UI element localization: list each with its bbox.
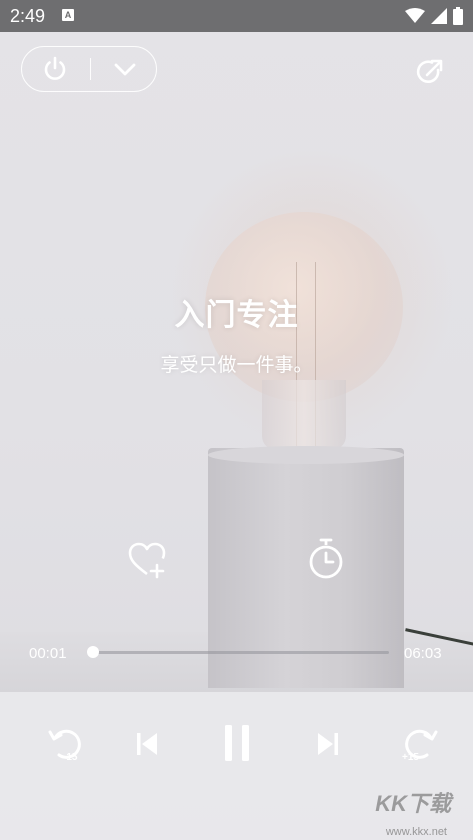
current-time: 00:01 <box>29 645 67 662</box>
progress-thumb[interactable] <box>86 646 99 658</box>
collapse-button[interactable] <box>92 47 158 91</box>
wifi-icon <box>405 8 425 23</box>
chevron-down-icon <box>114 63 136 76</box>
share-button[interactable] <box>410 52 450 92</box>
timer-button[interactable] <box>304 536 348 582</box>
signal-icon <box>431 8 447 24</box>
favorite-button[interactable] <box>125 538 169 582</box>
rewind-label: -15 <box>63 752 78 763</box>
session-title: 入门专注 <box>174 299 299 332</box>
forward-15-icon: +15 <box>402 729 438 763</box>
total-time: 06:03 <box>404 645 442 662</box>
pause-icon <box>225 725 249 761</box>
next-button[interactable] <box>308 724 348 764</box>
skip-previous-icon <box>137 733 157 755</box>
power-button[interactable] <box>22 47 88 91</box>
rewind-15-icon: -15 <box>48 729 81 763</box>
share-icon <box>416 59 443 84</box>
watermark-logo: KK下载 <box>375 791 451 816</box>
rewind-15-button[interactable]: -15 <box>44 722 88 766</box>
previous-button[interactable] <box>127 724 167 764</box>
power-icon <box>44 56 66 80</box>
top-control-pill <box>21 46 157 92</box>
status-bar: 2:49 A <box>0 0 473 32</box>
lamp-base-top <box>208 446 404 464</box>
pill-divider <box>90 58 91 80</box>
session-subtitle: 享受只做一件事。 <box>160 355 313 376</box>
heart-plus-icon <box>128 542 166 579</box>
watermark-url: www.kkx.net <box>385 826 447 838</box>
status-time: 2:49 <box>10 6 46 26</box>
skip-next-icon <box>318 733 338 755</box>
progress-slider[interactable] <box>86 646 389 658</box>
notification-icon: A <box>62 9 74 21</box>
forward-15-button[interactable]: +15 <box>398 722 442 766</box>
battery-icon <box>453 7 463 25</box>
pause-button[interactable] <box>212 718 262 768</box>
status-icons <box>405 7 463 25</box>
timer-icon <box>309 538 343 579</box>
forward-label: +15 <box>402 752 419 763</box>
lightbulb-neck <box>262 380 346 450</box>
